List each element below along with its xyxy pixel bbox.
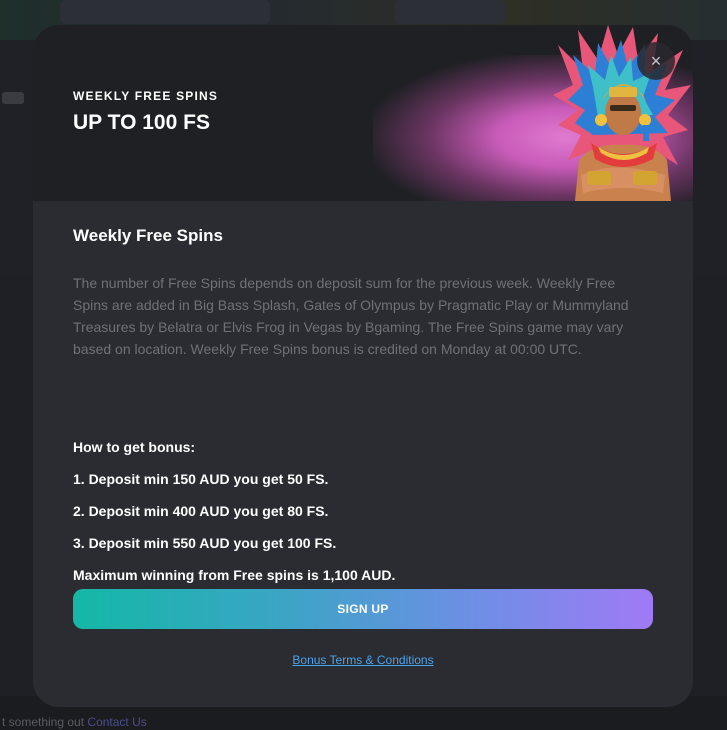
background-footer-text: t something out Contact Us	[2, 715, 147, 729]
bonus-terms-link[interactable]: Bonus Terms & Conditions	[292, 653, 433, 667]
bonus-description: The number of Free Spins depends on depo…	[73, 275, 629, 357]
background-card	[60, 0, 270, 24]
max-winning-note: Maximum winning from Free spins is 1,100…	[73, 567, 396, 583]
terms-container: Bonus Terms & Conditions	[73, 653, 653, 667]
bonus-step: 1. Deposit min 150 AUD you get 50 FS.	[73, 471, 329, 487]
section-title: Weekly Free Spins	[73, 226, 223, 245]
bonus-step: 3. Deposit min 550 AUD you get 100 FS.	[73, 535, 337, 551]
bonus-step: 2. Deposit min 400 AUD you get 80 FS.	[73, 503, 329, 519]
background-contact-link: Contact Us	[87, 715, 147, 729]
banner-title: UP TO 100 FS	[73, 111, 210, 134]
how-to-title: How to get bonus:	[73, 439, 196, 455]
background-text	[2, 92, 24, 104]
close-button[interactable]: ×	[637, 42, 675, 80]
bonus-modal: WEEKLY FREE SPINS UP TO 100 FS × Weekly …	[33, 25, 693, 707]
close-icon: ×	[650, 50, 662, 71]
sign-up-button[interactable]: SIGN UP	[73, 589, 653, 629]
banner-eyebrow: WEEKLY FREE SPINS	[73, 89, 219, 103]
promo-banner: WEEKLY FREE SPINS UP TO 100 FS ×	[33, 25, 693, 201]
background-card	[395, 0, 505, 24]
